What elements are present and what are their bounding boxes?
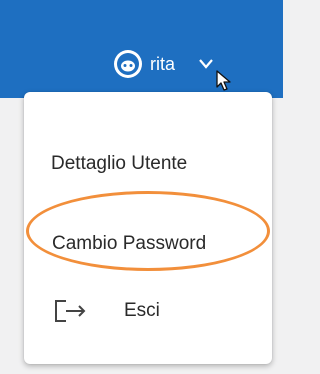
logout-icon	[54, 299, 88, 323]
user-menu-toggle[interactable]: rita	[114, 46, 213, 82]
menu-item-user-detail[interactable]: Dettaglio Utente	[24, 136, 272, 192]
chevron-down-icon[interactable]	[199, 59, 213, 69]
menu-item-label: Esci	[124, 300, 160, 321]
menu-item-label: Dettaglio Utente	[51, 153, 188, 174]
menu-item-label: Cambio Password	[52, 233, 207, 254]
user-dropdown-menu: Dettaglio Utente Cambio Password Esci	[24, 92, 272, 364]
menu-item-logout[interactable]: Esci	[24, 283, 272, 339]
menu-item-change-password[interactable]: Cambio Password	[24, 216, 272, 272]
top-app-bar: rita	[0, 0, 283, 98]
username-label: rita	[150, 54, 176, 74]
face-icon	[114, 50, 142, 78]
